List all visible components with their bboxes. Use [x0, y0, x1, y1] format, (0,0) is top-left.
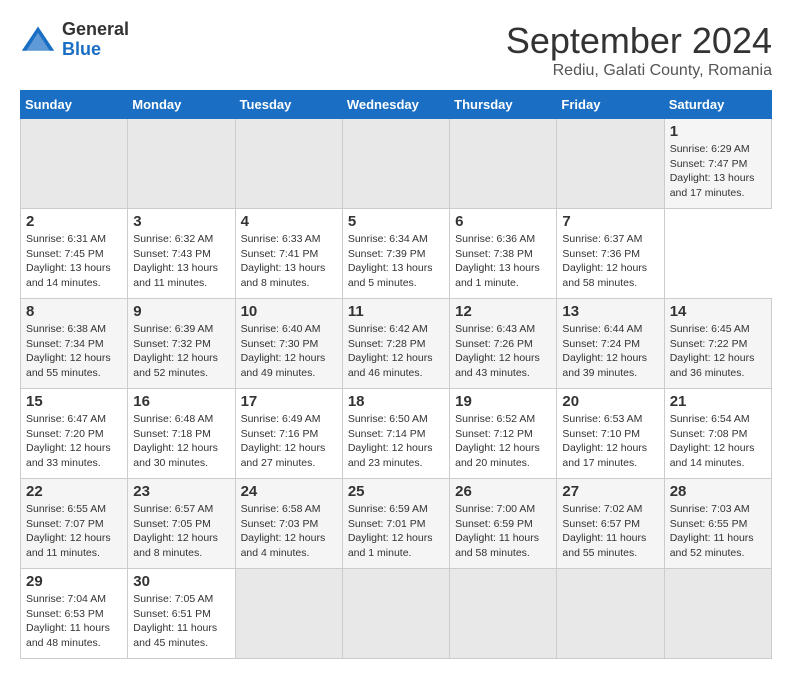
day-cell-14: 14Sunrise: 6:45 AMSunset: 7:22 PMDayligh… [664, 299, 771, 389]
empty-cell [664, 569, 771, 659]
col-header-friday: Friday [557, 91, 664, 119]
day-cell-16: 16Sunrise: 6:48 AMSunset: 7:18 PMDayligh… [128, 389, 235, 479]
logo-icon [20, 22, 56, 58]
day-cell-12: 12Sunrise: 6:43 AMSunset: 7:26 PMDayligh… [450, 299, 557, 389]
day-cell-20: 20Sunrise: 6:53 AMSunset: 7:10 PMDayligh… [557, 389, 664, 479]
day-cell-23: 23Sunrise: 6:57 AMSunset: 7:05 PMDayligh… [128, 479, 235, 569]
day-cell-19: 19Sunrise: 6:52 AMSunset: 7:12 PMDayligh… [450, 389, 557, 479]
day-cell-3: 3Sunrise: 6:32 AMSunset: 7:43 PMDaylight… [128, 209, 235, 299]
day-cell-11: 11Sunrise: 6:42 AMSunset: 7:28 PMDayligh… [342, 299, 449, 389]
empty-cell [235, 569, 342, 659]
day-cell-7: 7Sunrise: 6:37 AMSunset: 7:36 PMDaylight… [557, 209, 664, 299]
day-cell-1: 1Sunrise: 6:29 AMSunset: 7:47 PMDaylight… [664, 119, 771, 209]
col-header-thursday: Thursday [450, 91, 557, 119]
day-cell-26: 26Sunrise: 7:00 AMSunset: 6:59 PMDayligh… [450, 479, 557, 569]
col-header-wednesday: Wednesday [342, 91, 449, 119]
day-cell-13: 13Sunrise: 6:44 AMSunset: 7:24 PMDayligh… [557, 299, 664, 389]
day-cell-8: 8Sunrise: 6:38 AMSunset: 7:34 PMDaylight… [21, 299, 128, 389]
day-cell-28: 28Sunrise: 7:03 AMSunset: 6:55 PMDayligh… [664, 479, 771, 569]
empty-cell [450, 119, 557, 209]
empty-cell [557, 569, 664, 659]
empty-cell [21, 119, 128, 209]
day-cell-4: 4Sunrise: 6:33 AMSunset: 7:41 PMDaylight… [235, 209, 342, 299]
day-cell-24: 24Sunrise: 6:58 AMSunset: 7:03 PMDayligh… [235, 479, 342, 569]
day-cell-27: 27Sunrise: 7:02 AMSunset: 6:57 PMDayligh… [557, 479, 664, 569]
day-cell-10: 10Sunrise: 6:40 AMSunset: 7:30 PMDayligh… [235, 299, 342, 389]
logo-blue-text: Blue [62, 40, 129, 60]
week-row-1: 1Sunrise: 6:29 AMSunset: 7:47 PMDaylight… [21, 119, 772, 209]
day-cell-15: 15Sunrise: 6:47 AMSunset: 7:20 PMDayligh… [21, 389, 128, 479]
day-cell-22: 22Sunrise: 6:55 AMSunset: 7:07 PMDayligh… [21, 479, 128, 569]
week-row-5: 22Sunrise: 6:55 AMSunset: 7:07 PMDayligh… [21, 479, 772, 569]
empty-cell [128, 119, 235, 209]
day-cell-2: 2Sunrise: 6:31 AMSunset: 7:45 PMDaylight… [21, 209, 128, 299]
col-header-saturday: Saturday [664, 91, 771, 119]
day-cell-18: 18Sunrise: 6:50 AMSunset: 7:14 PMDayligh… [342, 389, 449, 479]
day-cell-21: 21Sunrise: 6:54 AMSunset: 7:08 PMDayligh… [664, 389, 771, 479]
header-row: SundayMondayTuesdayWednesdayThursdayFrid… [21, 91, 772, 119]
week-row-6: 29Sunrise: 7:04 AMSunset: 6:53 PMDayligh… [21, 569, 772, 659]
col-header-monday: Monday [128, 91, 235, 119]
day-cell-25: 25Sunrise: 6:59 AMSunset: 7:01 PMDayligh… [342, 479, 449, 569]
empty-cell [557, 119, 664, 209]
day-cell-30: 30Sunrise: 7:05 AMSunset: 6:51 PMDayligh… [128, 569, 235, 659]
logo-text: General Blue [62, 20, 129, 60]
location-subtitle: Rediu, Galati County, Romania [506, 62, 772, 80]
day-cell-5: 5Sunrise: 6:34 AMSunset: 7:39 PMDaylight… [342, 209, 449, 299]
logo: General Blue [20, 20, 129, 60]
week-row-4: 15Sunrise: 6:47 AMSunset: 7:20 PMDayligh… [21, 389, 772, 479]
logo-general-text: General [62, 20, 129, 40]
week-row-2: 2Sunrise: 6:31 AMSunset: 7:45 PMDaylight… [21, 209, 772, 299]
month-title: September 2024 [506, 20, 772, 62]
empty-cell [342, 119, 449, 209]
header: General Blue September 2024 Rediu, Galat… [20, 20, 772, 80]
empty-cell [235, 119, 342, 209]
col-header-sunday: Sunday [21, 91, 128, 119]
calendar-table: SundayMondayTuesdayWednesdayThursdayFrid… [20, 90, 772, 659]
day-cell-6: 6Sunrise: 6:36 AMSunset: 7:38 PMDaylight… [450, 209, 557, 299]
week-row-3: 8Sunrise: 6:38 AMSunset: 7:34 PMDaylight… [21, 299, 772, 389]
col-header-tuesday: Tuesday [235, 91, 342, 119]
empty-cell [342, 569, 449, 659]
empty-cell [450, 569, 557, 659]
title-block: September 2024 Rediu, Galati County, Rom… [506, 20, 772, 80]
day-cell-17: 17Sunrise: 6:49 AMSunset: 7:16 PMDayligh… [235, 389, 342, 479]
day-cell-29: 29Sunrise: 7:04 AMSunset: 6:53 PMDayligh… [21, 569, 128, 659]
day-cell-9: 9Sunrise: 6:39 AMSunset: 7:32 PMDaylight… [128, 299, 235, 389]
